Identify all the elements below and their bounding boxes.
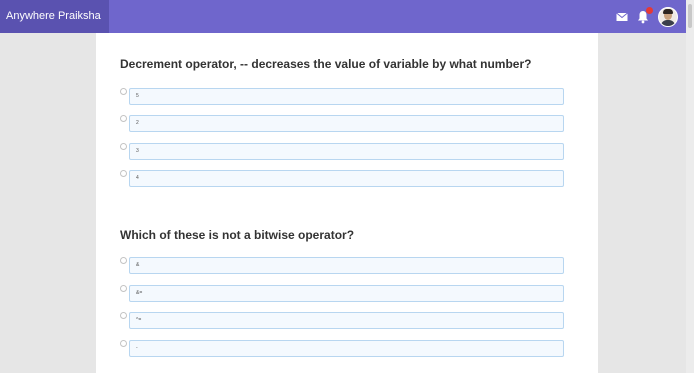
option-2[interactable]: &= (120, 285, 568, 302)
question-text: Which of these is not a bitwise operator… (120, 228, 355, 242)
option-label[interactable]: 2 (129, 115, 564, 132)
option-4[interactable]: - (120, 340, 568, 357)
option-radio[interactable] (120, 285, 127, 292)
option-label[interactable]: & (129, 257, 564, 274)
option-4[interactable]: 4 (120, 170, 568, 187)
scrollbar-thumb[interactable] (688, 4, 692, 28)
option-radio[interactable] (120, 170, 127, 177)
option-label[interactable]: &= (129, 285, 564, 302)
option-3[interactable]: 3 (120, 143, 568, 160)
option-radio[interactable] (120, 340, 127, 347)
option-label[interactable]: 4 (129, 170, 564, 187)
option-radio[interactable] (120, 312, 127, 319)
option-label[interactable]: 3 (129, 143, 564, 160)
top-navbar: Anywhere Praiksha (0, 0, 686, 33)
notification-badge (646, 6, 653, 14)
avatar[interactable] (658, 6, 678, 27)
option-radio[interactable] (120, 143, 127, 150)
option-radio[interactable] (120, 115, 127, 122)
question-2: Which of these is not a bitwise operator… (120, 228, 590, 357)
page-scrollbar[interactable] (686, 0, 694, 373)
option-label[interactable]: 5 (129, 88, 564, 105)
app-title[interactable]: Anywhere Praiksha (0, 0, 109, 33)
option-3[interactable]: ^= (120, 312, 568, 329)
notification-button[interactable] (637, 6, 653, 24)
quiz-card: Decrement operator, -- decreases the val… (96, 33, 598, 373)
question-text: Decrement operator, -- decreases the val… (120, 57, 532, 71)
option-radio[interactable] (120, 257, 127, 264)
header-icons (616, 0, 678, 33)
option-radio[interactable] (120, 88, 127, 95)
option-1[interactable]: & (120, 257, 568, 274)
option-label[interactable]: - (129, 340, 564, 357)
mail-icon[interactable] (616, 12, 628, 22)
option-1[interactable]: 5 (120, 88, 568, 105)
option-label[interactable]: ^= (129, 312, 564, 329)
option-2[interactable]: 2 (120, 115, 568, 132)
question-1: Decrement operator, -- decreases the val… (120, 57, 590, 187)
